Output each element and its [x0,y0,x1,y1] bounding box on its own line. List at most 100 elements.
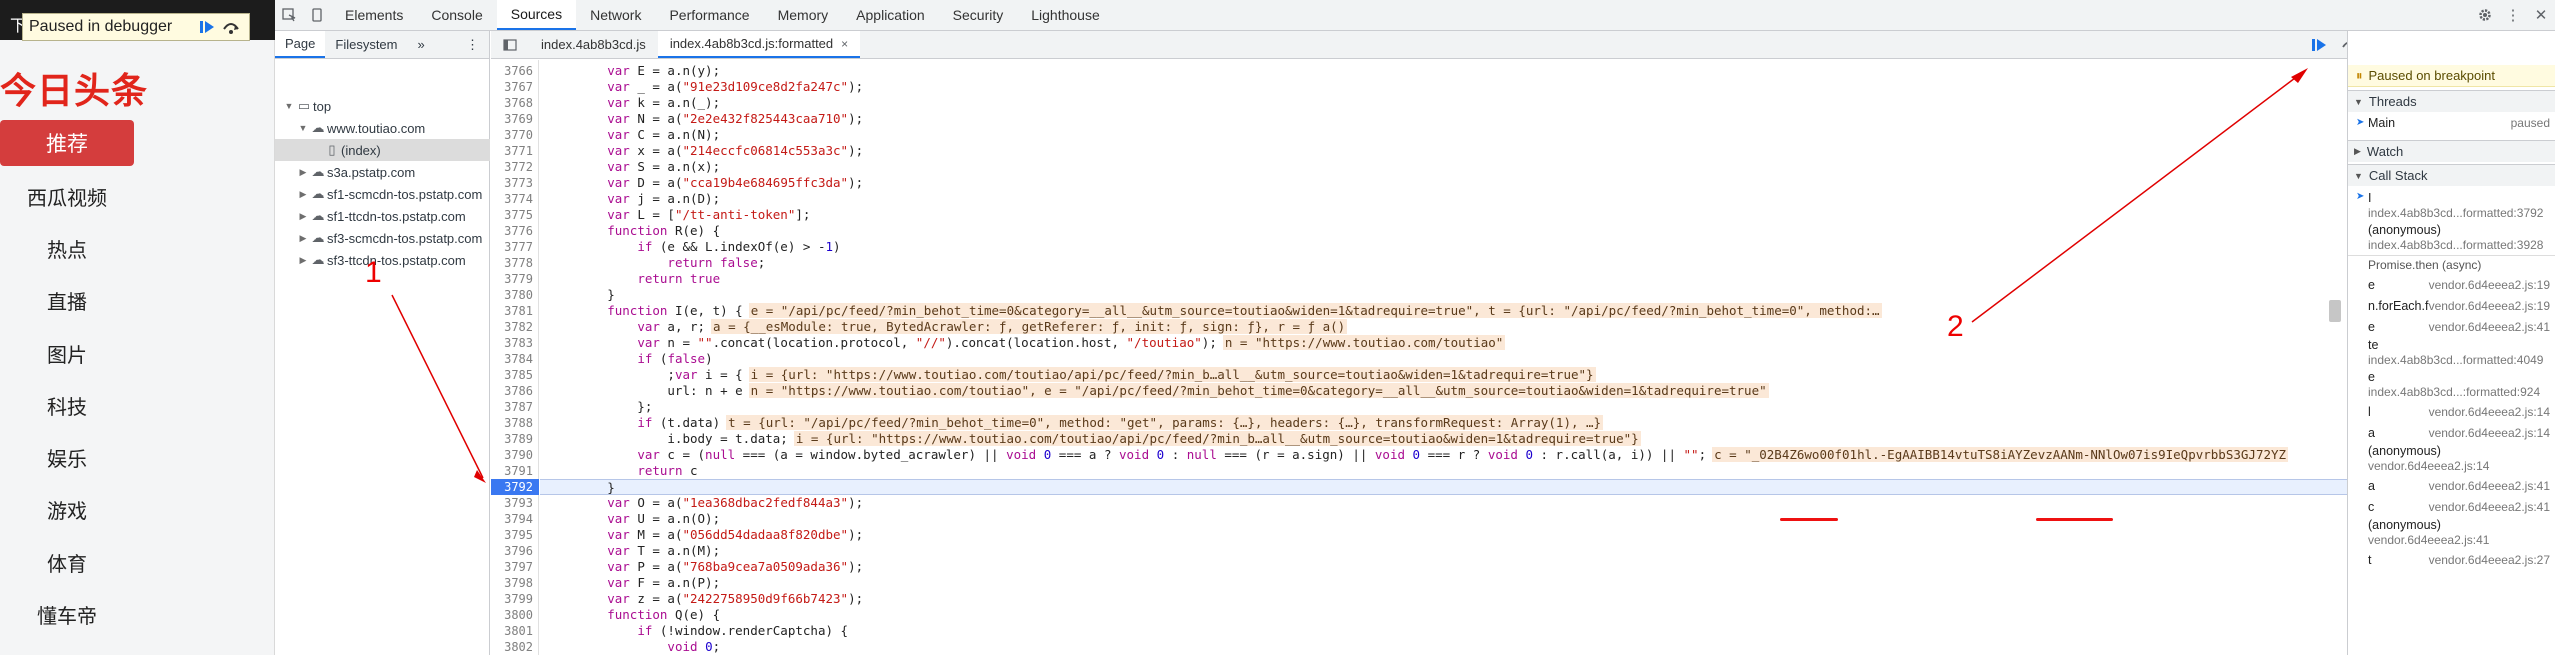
tab-page[interactable]: Page [275,31,326,58]
code-line[interactable]: void 0; [547,639,720,655]
call-frame[interactable]: n.forEach.f.<computed>vendor.6d4eeea2.js… [2348,296,2555,315]
line-number[interactable]: 3772 [491,159,539,175]
frame-location[interactable]: vendor.6d4eeea2.js:14 [2368,459,2555,474]
line-number[interactable]: 3767 [491,79,539,95]
line-number[interactable]: 3802 [491,639,539,655]
code-line[interactable]: if (e && L.indexOf(e) > -1) [547,239,840,255]
frame-location[interactable]: vendor.6d4eeea2.js:14 [2429,426,2555,440]
call-frame[interactable]: l vendor.6d4eeea2.js:14 [2348,402,2555,421]
code-line[interactable]: var a, r; a = {__esModule: true, BytedAcr… [547,319,1348,335]
code-line[interactable]: if (false) [547,351,712,367]
more-options-icon[interactable]: ⋮ [2499,0,2527,30]
line-number[interactable]: 3799 [491,591,539,607]
line-number[interactable]: 3788 [491,415,539,431]
frame-location[interactable]: index.4ab8b3cd...formatted:3792 [2368,206,2555,221]
close-tab-icon[interactable]: × [841,37,848,51]
line-number[interactable]: 3774 [491,191,539,207]
code-line[interactable]: var n = "".concat(location.protocol, "//… [547,335,1506,351]
settings-gear-icon[interactable] [2471,0,2499,30]
tab-filesystem[interactable]: Filesystem [325,31,407,58]
line-number[interactable]: 3780 [491,287,539,303]
code-line[interactable]: } [547,287,615,303]
tab-network[interactable]: Network [576,0,655,30]
editor-scrollbar[interactable] [2329,300,2341,322]
code-line[interactable]: var C = a.n(N); [547,127,720,143]
tab-memory[interactable]: Memory [764,0,843,30]
code-view[interactable]: 3766 3767 3768 3769 3770 3771 3772 3773 3774 3775… [491,60,2347,655]
code-line[interactable]: ;var i = {i = {url: "https://www.toutiao… [547,367,1596,383]
nav-item[interactable]: 直播 [0,280,134,320]
code-line[interactable]: var T = a.n(M); [547,543,720,559]
line-number[interactable]: 3776 [491,223,539,239]
code-line[interactable]: var c = (null === (a = window.byted_acra… [547,447,2289,463]
tab-sources[interactable]: Sources [496,0,577,30]
call-frame[interactable]: e index.4ab8b3cd...:formatted:924 [2348,370,2555,400]
step-over-icon[interactable] [219,17,243,37]
line-number[interactable]: 3773 [491,175,539,191]
line-number[interactable]: 3775 [491,207,539,223]
tab-performance[interactable]: Performance [655,0,763,30]
code-line[interactable]: if (!window.renderCaptcha) { [547,623,848,639]
line-number-gutter[interactable]: 3766 3767 3768 3769 3770 3771 3772 3773 3774 3775… [491,60,539,655]
tree-item[interactable]: ▶ ☁ sf1-ttcdn-tos.pstatp.com [275,205,490,227]
call-frame[interactable]: a vendor.6d4eeea2.js:14 [2348,423,2555,442]
line-number[interactable]: 3786 [491,383,539,399]
nav-item[interactable]: 懂车帝 [0,594,134,634]
code-line[interactable]: function R(e) { [547,223,720,239]
line-number[interactable]: 3784 [491,351,539,367]
tab-security[interactable]: Security [939,0,1018,30]
toutiao-logo[interactable]: 今日头条 [0,62,148,114]
code-line[interactable]: var E = a.n(y); [547,63,720,79]
line-number[interactable]: 3770 [491,127,539,143]
more-tabs-icon[interactable]: » [408,31,435,58]
nav-item[interactable]: 游戏 [0,489,134,529]
nav-item[interactable]: 热点 [0,228,134,268]
code-line[interactable]: }; [547,399,652,415]
tree-arrow-icon[interactable]: ▶ [297,211,309,222]
code-line[interactable]: return false; [547,255,765,271]
tree-item[interactable]: ▶ ☁ sf3-scmcdn-tos.pstatp.com [275,227,490,249]
frame-location[interactable]: index.4ab8b3cd...formatted:4049 [2368,353,2555,368]
tab-elements[interactable]: Elements [331,0,417,30]
call-frame[interactable]: ➤ Iindex.4ab8b3cd...formatted:3792 [2348,191,2555,221]
navigator-menu-icon[interactable]: ⋮ [456,31,489,58]
frame-location[interactable]: vendor.6d4eeea2.js:41 [2429,320,2555,334]
tab-console[interactable]: Console [417,0,496,30]
call-frame[interactable]: e vendor.6d4eeea2.js:41 [2348,317,2555,336]
tree-arrow-icon[interactable]: ▶ [297,233,309,244]
tree-arrow-icon[interactable]: ▶ [297,167,309,178]
code-line[interactable]: var U = a.n(O); [547,511,720,527]
device-toolbar-icon[interactable] [303,0,331,30]
code-line[interactable]: if (t.data) t = {url: "/api/pc/feed/?min_… [547,415,1604,431]
nav-item[interactable]: 西瓜视频 [0,176,134,216]
line-number[interactable]: 3801 [491,623,539,639]
frame-location[interactable]: vendor.6d4eeea2.js:41 [2429,479,2555,493]
code-line[interactable]: var k = a.n(_); [547,95,720,111]
editor-tab-source[interactable]: index.4ab8b3cd.js [529,31,658,58]
line-number[interactable]: 3777 [491,239,539,255]
line-number[interactable]: 3783 [491,335,539,351]
frame-location[interactable]: vendor.6d4eeea2.js:41 [2429,500,2555,514]
line-number[interactable]: 3787 [491,399,539,415]
code-line[interactable]: url: n + en = "https://www.toutiao.com/t… [547,383,1769,399]
nav-item[interactable]: 图片 [0,333,134,373]
code-line[interactable]: var L = ["/tt-anti-token"]; [547,207,810,223]
code-line[interactable]: var j = a.n(D); [547,191,720,207]
line-number[interactable]: 3796 [491,543,539,559]
call-frame[interactable]: c vendor.6d4eeea2.js:41 [2348,497,2555,516]
line-number[interactable]: 3798 [491,575,539,591]
line-number[interactable]: 3791 [491,463,539,479]
frame-location[interactable]: index.4ab8b3cd...:formatted:924 [2368,385,2555,400]
call-frame[interactable]: a vendor.6d4eeea2.js:41 [2348,476,2555,495]
tree-item[interactable]: ▯ (index) [275,139,490,161]
callstack-section-header[interactable]: ▼ Call Stack [2348,164,2555,186]
call-frame[interactable]: (anonymous) vendor.6d4eeea2.js:41 [2348,518,2555,548]
thread-row[interactable]: ➤ Main paused [2348,113,2555,132]
tree-item[interactable]: ▶ ☁ s3a.pstatp.com [275,161,490,183]
code-line[interactable]: var F = a.n(P); [547,575,720,591]
tree-arrow-icon[interactable]: ▼ [283,101,295,111]
line-number[interactable]: 3768 [491,95,539,111]
code-line[interactable]: return c [547,463,697,479]
frame-location[interactable]: vendor.6d4eeea2.js:19 [2429,299,2555,313]
paused-code-line[interactable]: } [540,479,2347,495]
